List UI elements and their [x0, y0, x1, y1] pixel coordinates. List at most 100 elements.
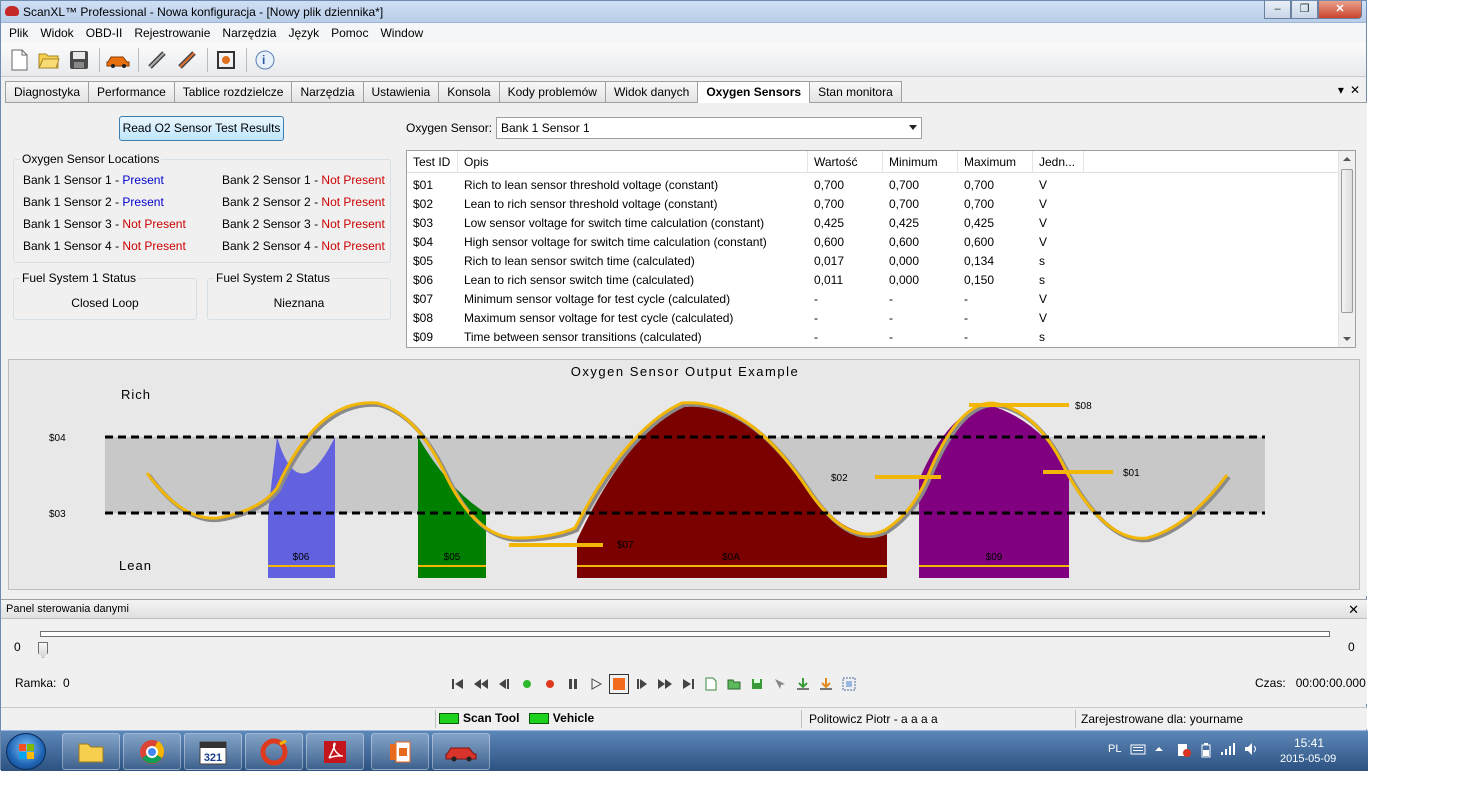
cell-wartosc: -	[814, 311, 818, 325]
keyboard-icon[interactable]	[1130, 743, 1146, 758]
maximize-button[interactable]: ❐	[1291, 1, 1318, 19]
menu-jezyk[interactable]: Język	[282, 23, 325, 43]
start-button[interactable]	[6, 733, 46, 770]
tab-stan-monitora[interactable]: Stan monitora	[809, 81, 902, 102]
calendar-321-icon[interactable]: 321	[184, 733, 242, 770]
col-test-id[interactable]: Test ID	[407, 151, 458, 173]
tab-diagnostyka[interactable]: Diagnostyka	[5, 81, 90, 102]
table-row[interactable]: $03 Low sensor voltage for switch time ca…	[407, 214, 1340, 233]
new-log-icon[interactable]	[701, 674, 721, 694]
tab-oxygen-sensors[interactable]: Oxygen Sensors	[697, 81, 811, 103]
acrobat-icon[interactable]	[306, 733, 364, 770]
rewind-icon[interactable]	[471, 674, 491, 694]
oxygen-sensor-select[interactable]: Bank 1 Sensor 1	[496, 117, 922, 139]
timeline-slider[interactable]	[40, 631, 1330, 637]
battery-icon[interactable]	[1200, 742, 1212, 761]
cell-maximum: -	[964, 330, 968, 344]
col-jednostka[interactable]: Jedn...	[1033, 151, 1084, 173]
tab-ustawienia[interactable]: Ustawienia	[362, 81, 440, 102]
last-icon[interactable]	[678, 674, 698, 694]
label-rich: Rich	[121, 387, 151, 402]
scroll-down-icon[interactable]	[1343, 337, 1351, 341]
step-back-icon[interactable]	[494, 674, 514, 694]
table-row[interactable]: $08 Maximum sensor voltage for test cycle…	[407, 309, 1340, 328]
tab-narzedzia[interactable]: Narzędzia	[291, 81, 364, 102]
open-log-icon[interactable]	[724, 674, 744, 694]
menu-pomoc[interactable]: Pomoc	[325, 23, 374, 43]
language-indicator[interactable]: PL	[1108, 743, 1121, 755]
table-row[interactable]: $02 Lean to rich sensor threshold voltage…	[407, 195, 1340, 214]
new-file-icon[interactable]	[5, 46, 33, 74]
play-green-icon[interactable]	[517, 674, 537, 694]
office-icon[interactable]	[371, 733, 429, 770]
o2-output-svg: Oxygen Sensor Output Example Rich Lean $…	[49, 364, 1265, 578]
tab-widok-danych[interactable]: Widok danych	[604, 81, 699, 102]
explorer-icon[interactable]	[62, 733, 120, 770]
import-icon[interactable]	[793, 674, 813, 694]
timeline-slider-thumb[interactable]	[38, 642, 48, 658]
menu-narzedzia[interactable]: Narzędzia	[216, 23, 282, 43]
cell-minimum: 0,000	[889, 273, 920, 287]
scanxl-icon[interactable]	[432, 733, 490, 770]
play-icon[interactable]	[586, 674, 606, 694]
scroll-up-icon[interactable]	[1343, 157, 1351, 161]
fast-forward-icon[interactable]	[655, 674, 675, 694]
menu-widok[interactable]: Widok	[34, 23, 79, 43]
table-scrollbar[interactable]	[1338, 151, 1355, 347]
first-icon[interactable]	[448, 674, 468, 694]
record-icon[interactable]	[540, 674, 560, 694]
menu-plik[interactable]: Plik	[3, 23, 34, 43]
table-row[interactable]: $05 Rich to lean sensor switch time (calc…	[407, 252, 1340, 271]
cell-minimum: -	[889, 330, 893, 344]
bookmark-icon[interactable]	[770, 674, 790, 694]
menu-window[interactable]: Window	[374, 23, 429, 43]
tab-konsola[interactable]: Konsola	[438, 81, 500, 102]
table-row[interactable]: $06 Lean to rich sensor switch time (calc…	[407, 271, 1340, 290]
read-o2-results-button[interactable]: Read O2 Sensor Test Results	[119, 116, 284, 141]
ccleaner-icon[interactable]	[245, 733, 303, 770]
oxygen-sensor-value: Bank 1 Sensor 1	[501, 121, 590, 135]
tab-dropdown-icon[interactable]: ▾	[1338, 83, 1344, 97]
minimize-button[interactable]: ‒	[1264, 1, 1291, 19]
cell-test-id: $06	[413, 273, 434, 287]
open-folder-icon[interactable]	[35, 46, 63, 74]
clock-date[interactable]: 2015-05-09	[1280, 753, 1336, 765]
close-button[interactable]: ✕	[1318, 1, 1362, 19]
scroll-thumb[interactable]	[1341, 169, 1353, 313]
col-maximum[interactable]: Maximum	[958, 151, 1033, 173]
tray-expand-icon[interactable]	[1154, 743, 1164, 757]
table-row[interactable]: $09 Time between sensor transitions (calc…	[407, 328, 1340, 347]
help-icon[interactable]: i	[251, 46, 279, 74]
tab-performance[interactable]: Performance	[88, 81, 175, 102]
frame-select-icon[interactable]	[839, 674, 859, 694]
network-icon[interactable]	[1220, 742, 1236, 759]
tab-tablice[interactable]: Tablice rozdzielcze	[173, 81, 293, 102]
tab-kody[interactable]: Kody problemów	[498, 81, 606, 102]
table-row[interactable]: $07 Minimum sensor voltage for test cycle…	[407, 290, 1340, 309]
clock-time[interactable]: 15:41	[1294, 736, 1324, 750]
save-icon[interactable]	[65, 46, 93, 74]
export-icon[interactable]	[816, 674, 836, 694]
disconnect-icon[interactable]	[173, 46, 201, 74]
car-icon[interactable]	[104, 46, 132, 74]
action-center-icon[interactable]	[1176, 742, 1192, 761]
control-panel-close-icon[interactable]: ✕	[1348, 602, 1359, 618]
cell-minimum: -	[889, 311, 893, 325]
menu-rejestrowanie[interactable]: Rejestrowanie	[128, 23, 216, 43]
chrome-icon[interactable]	[123, 733, 181, 770]
cell-jednostka: V	[1039, 292, 1048, 306]
menu-obd[interactable]: OBD-II	[80, 23, 129, 43]
connect-icon[interactable]	[143, 46, 171, 74]
step-forward-icon[interactable]	[632, 674, 652, 694]
col-opis[interactable]: Opis	[458, 151, 808, 173]
save-log-icon[interactable]	[747, 674, 767, 694]
table-row[interactable]: $01 Rich to lean sensor threshold voltage…	[407, 176, 1340, 195]
tab-close-icon[interactable]: ✕	[1350, 83, 1360, 97]
volume-icon[interactable]	[1244, 742, 1260, 759]
stop-icon[interactable]	[609, 674, 629, 694]
pause-icon[interactable]	[563, 674, 583, 694]
settings-frame-icon[interactable]	[212, 46, 240, 74]
table-row[interactable]: $04 High sensor voltage for switch time c…	[407, 233, 1340, 252]
col-wartosc[interactable]: Wartość	[808, 151, 883, 173]
col-minimum[interactable]: Minimum	[883, 151, 958, 173]
